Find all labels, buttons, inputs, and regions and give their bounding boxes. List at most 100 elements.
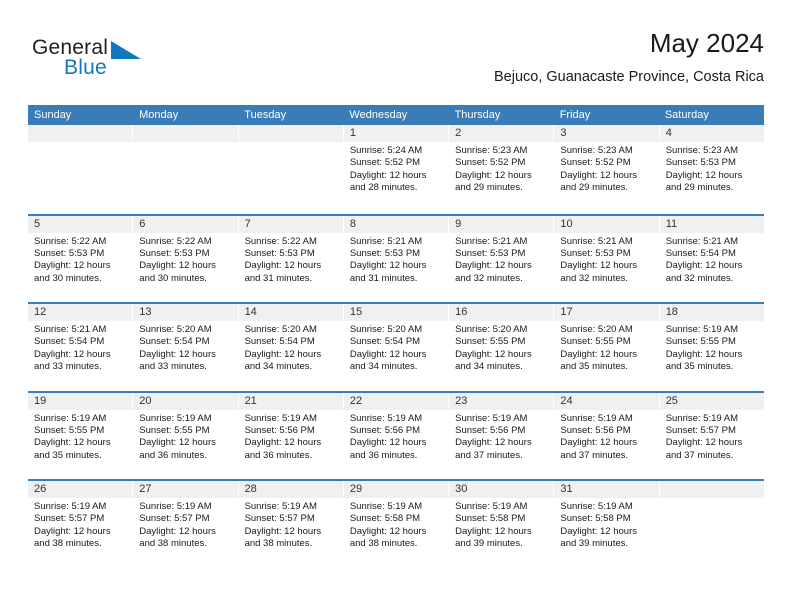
day-cell[interactable]: 9 Sunrise: 5:21 AM Sunset: 5:53 PM Daylight… — [449, 215, 555, 302]
day-cell[interactable]: 27 Sunrise: 5:19 AM Sunset: 5:57 PM Dayligh… — [133, 481, 239, 568]
sunrise-text: Sunrise: 5:22 AM — [139, 235, 212, 247]
day-info: Sunrise: 5:22 AM Sunset: 5:53 PM Daylight:… — [133, 233, 237, 286]
day-cell[interactable]: 4 Sunrise: 5:23 AM Sunset: 5:53 PM Daylight… — [659, 125, 764, 214]
day-info: Sunrise: 5:19 AM Sunset: 5:58 PM Daylight:… — [554, 498, 658, 551]
day-number: 6 — [133, 215, 238, 233]
daylight-text-line1: Daylight: 12 hours — [139, 260, 216, 272]
day-cell[interactable]: 20 Sunrise: 5:19 AM Sunset: 5:55 PM Dayligh… — [133, 392, 239, 479]
day-cell[interactable]: 22 Sunrise: 5:19 AM Sunset: 5:56 PM Dayligh… — [343, 392, 450, 479]
day-cell[interactable]: 12 Sunrise: 5:21 AM Sunset: 5:54 PM Dayligh… — [28, 304, 134, 391]
daylight-text-line1: Daylight: 12 hours — [349, 437, 427, 449]
daylight-text-line1: Daylight: 12 hours — [244, 525, 322, 537]
daylight-text-line1: Daylight: 12 hours — [34, 260, 111, 272]
daylight-text-line2: and 29 minutes. — [455, 182, 523, 194]
daylight-text-line1: Daylight: 12 hours — [139, 525, 216, 537]
day-cell[interactable]: 26 Sunrise: 5:19 AM Sunset: 5:57 PM Dayligh… — [28, 481, 134, 568]
day-number: 25 — [659, 392, 764, 410]
day-number: 4 — [659, 125, 764, 142]
day-info: Sunrise: 5:23 AM Sunset: 5:52 PM Daylight:… — [449, 142, 553, 195]
daylight-text-line2: and 32 minutes. — [455, 272, 523, 284]
daylight-text-line2: and 35 minutes. — [34, 449, 102, 461]
day-cell[interactable]: 1 Sunrise: 5:24 AM Sunset: 5:52 PM Daylight… — [343, 125, 450, 214]
sunrise-text: Sunrise: 5:24 AM — [349, 145, 423, 156]
day-info: Sunrise: 5:20 AM Sunset: 5:55 PM Daylight:… — [449, 321, 553, 374]
day-cell[interactable]: 18 Sunrise: 5:19 AM Sunset: 5:55 PM Dayligh… — [659, 304, 764, 391]
sunrise-text: Sunrise: 5:19 AM — [34, 501, 107, 512]
location-subtitle: Bejuco, Guanacaste Province, Costa Rica — [494, 69, 764, 85]
daylight-text-line2: and 32 minutes. — [665, 272, 734, 284]
day-cell[interactable]: 7 Sunrise: 5:22 AM Sunset: 5:53 PM Daylight… — [238, 215, 344, 302]
sunset-text: Sunset: 5:58 PM — [349, 513, 421, 525]
daylight-text-line2: and 35 minutes. — [665, 361, 734, 373]
day-cell[interactable]: 11 Sunrise: 5:21 AM Sunset: 5:54 PM Dayligh… — [659, 215, 764, 302]
sunrise-text: Sunrise: 5:19 AM — [455, 412, 528, 424]
sunrise-text: Sunrise: 5:19 AM — [560, 501, 633, 512]
day-number: 16 — [449, 304, 554, 321]
day-cell[interactable]: 5 Sunrise: 5:22 AM Sunset: 5:53 PM Daylight… — [28, 215, 134, 302]
daylight-text-line2: and 38 minutes. — [34, 538, 102, 550]
day-cell[interactable]: 14 Sunrise: 5:20 AM Sunset: 5:54 PM Dayligh… — [238, 304, 344, 391]
daylight-text-line1: Daylight: 12 hours — [349, 169, 427, 181]
day-info: Sunrise: 5:22 AM Sunset: 5:53 PM Daylight:… — [239, 233, 343, 286]
day-info: Sunrise: 5:22 AM Sunset: 5:53 PM Daylight:… — [28, 233, 132, 286]
day-number: 14 — [238, 304, 343, 321]
sunrise-text: Sunrise: 5:20 AM — [560, 324, 633, 335]
day-cell[interactable]: 16 Sunrise: 5:20 AM Sunset: 5:55 PM Dayligh… — [449, 304, 555, 391]
daylight-text-line1: Daylight: 12 hours — [560, 525, 637, 537]
sunset-text: Sunset: 5:54 PM — [349, 336, 421, 348]
day-cell[interactable]: 29 Sunrise: 5:19 AM Sunset: 5:58 PM Dayligh… — [343, 481, 450, 568]
day-number: 9 — [449, 215, 554, 233]
day-cell[interactable]: 3 Sunrise: 5:23 AM Sunset: 5:52 PM Daylight… — [554, 125, 660, 214]
day-cell[interactable]: 31 Sunrise: 5:19 AM Sunset: 5:58 PM Dayligh… — [554, 481, 660, 568]
general-blue-logo[interactable]: General Blue — [32, 36, 212, 92]
day-cell[interactable]: 28 Sunrise: 5:19 AM Sunset: 5:57 PM Dayligh… — [238, 481, 344, 568]
day-cell[interactable]: 21 Sunrise: 5:19 AM Sunset: 5:56 PM Dayligh… — [238, 392, 344, 479]
weekday-header-monday: Monday — [139, 109, 179, 121]
daylight-text-line2: and 28 minutes. — [349, 182, 418, 194]
day-cell[interactable]: 13 Sunrise: 5:20 AM Sunset: 5:54 PM Dayligh… — [133, 304, 239, 391]
day-cell[interactable]: 19 Sunrise: 5:19 AM Sunset: 5:55 PM Dayligh… — [28, 392, 134, 479]
day-cell[interactable]: 6 Sunrise: 5:22 AM Sunset: 5:53 PM Daylight… — [133, 215, 239, 302]
sunrise-text: Sunrise: 5:21 AM — [665, 235, 739, 247]
sunset-text: Sunset: 5:57 PM — [34, 513, 105, 525]
sunset-text: Sunset: 5:53 PM — [244, 247, 315, 259]
sunrise-text: Sunrise: 5:23 AM — [665, 145, 739, 156]
sunrise-text: Sunrise: 5:22 AM — [244, 235, 317, 247]
sunrise-text: Sunrise: 5:21 AM — [349, 235, 423, 247]
daylight-text-line1: Daylight: 12 hours — [665, 437, 743, 449]
title-block: May 2024 Bejuco, Guanacaste Province, Co… — [494, 28, 764, 86]
day-cell[interactable]: 15 Sunrise: 5:20 AM Sunset: 5:54 PM Dayligh… — [343, 304, 450, 391]
sunrise-text: Sunrise: 5:20 AM — [349, 324, 423, 335]
daylight-text-line1: Daylight: 12 hours — [560, 169, 637, 181]
weekday-header-tuesday: Tuesday — [244, 109, 287, 121]
daylight-text-line2: and 38 minutes. — [244, 538, 313, 550]
daylight-text-line2: and 34 minutes. — [244, 361, 313, 373]
daylight-text-line1: Daylight: 12 hours — [139, 348, 216, 360]
day-info: Sunrise: 5:21 AM Sunset: 5:53 PM Daylight:… — [554, 233, 658, 286]
day-cell[interactable]: 8 Sunrise: 5:21 AM Sunset: 5:53 PM Daylight… — [343, 215, 450, 302]
daylight-text-line2: and 32 minutes. — [560, 272, 629, 284]
sunrise-text: Sunrise: 5:19 AM — [139, 412, 212, 424]
sunrise-text: Sunrise: 5:19 AM — [139, 501, 212, 512]
day-cell-empty — [28, 125, 134, 214]
day-cell[interactable]: 2 Sunrise: 5:23 AM Sunset: 5:52 PM Daylight… — [449, 125, 555, 214]
day-cell[interactable]: 17 Sunrise: 5:20 AM Sunset: 5:55 PM Dayligh… — [554, 304, 660, 391]
day-cell[interactable]: 25 Sunrise: 5:19 AM Sunset: 5:57 PM Dayligh… — [659, 392, 764, 479]
day-info: Sunrise: 5:19 AM Sunset: 5:55 PM Daylight:… — [28, 410, 132, 463]
day-info: Sunrise: 5:20 AM Sunset: 5:54 PM Daylight:… — [133, 321, 237, 374]
weekday-header-thursday: Thursday — [454, 109, 501, 121]
daylight-text-line2: and 39 minutes. — [560, 538, 629, 550]
day-info: Sunrise: 5:19 AM Sunset: 5:55 PM Daylight:… — [660, 321, 764, 374]
day-number: 1 — [343, 125, 449, 142]
daylight-text-line2: and 34 minutes. — [455, 361, 523, 373]
day-info: Sunrise: 5:23 AM Sunset: 5:52 PM Daylight:… — [554, 142, 658, 195]
day-cell[interactable]: 30 Sunrise: 5:19 AM Sunset: 5:58 PM Dayligh… — [449, 481, 555, 568]
daylight-text-line1: Daylight: 12 hours — [560, 260, 637, 272]
day-cell[interactable]: 10 Sunrise: 5:21 AM Sunset: 5:53 PM Dayligh… — [554, 215, 660, 302]
sunrise-text: Sunrise: 5:22 AM — [34, 235, 107, 247]
day-cell[interactable]: 23 Sunrise: 5:19 AM Sunset: 5:56 PM Dayligh… — [449, 392, 555, 479]
sunrise-text: Sunrise: 5:23 AM — [560, 145, 633, 156]
day-number — [238, 125, 343, 142]
calendar-week-row: 12 Sunrise: 5:21 AM Sunset: 5:54 PM Dayligh… — [28, 302, 764, 391]
day-cell[interactable]: 24 Sunrise: 5:19 AM Sunset: 5:56 PM Dayligh… — [554, 392, 660, 479]
